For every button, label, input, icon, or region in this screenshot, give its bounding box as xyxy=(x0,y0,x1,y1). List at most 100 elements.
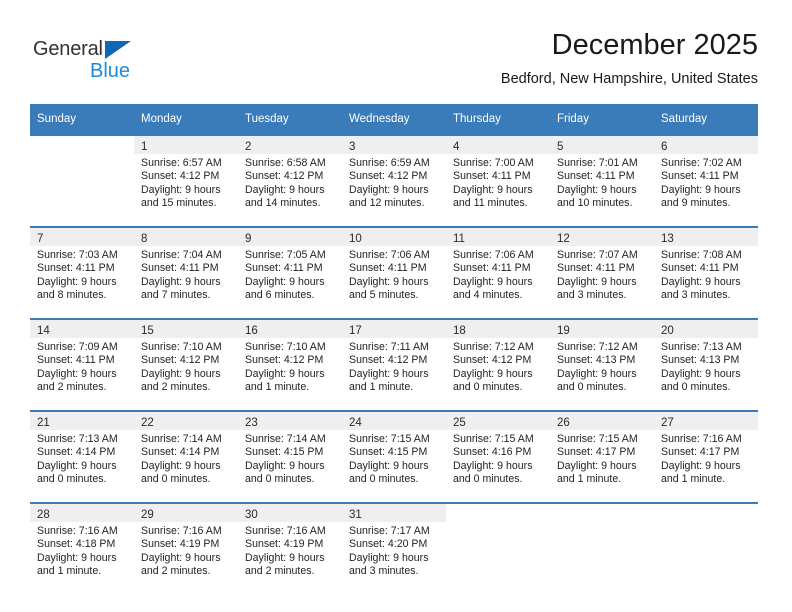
day-number-bar: 21 xyxy=(30,413,134,430)
daylight-text-line1: Daylight: 9 hours xyxy=(557,183,637,196)
day-cell[interactable]: 21 Sunrise: 7:13 AM Sunset: 4:14 PM Dayl… xyxy=(30,410,134,503)
daylight-text-line1: Daylight: 9 hours xyxy=(245,367,325,380)
empty-day-cell xyxy=(446,502,550,594)
daylight-text-line1: Daylight: 9 hours xyxy=(453,367,533,380)
sunset-text: Sunset: 4:20 PM xyxy=(349,538,428,551)
day-cell[interactable]: 31 Sunrise: 7:17 AM Sunset: 4:20 PM Dayl… xyxy=(342,502,446,594)
day-cell[interactable]: 1 Sunrise: 6:57 AM Sunset: 4:12 PM Dayli… xyxy=(134,134,238,227)
empty-day-cell xyxy=(30,134,134,227)
sunset-text: Sunset: 4:12 PM xyxy=(349,170,428,183)
sunrise-text: Sunrise: 7:09 AM xyxy=(37,341,118,353)
daylight-text-line2: and 0 minutes. xyxy=(37,473,107,486)
sunrise-text: Sunrise: 6:58 AM xyxy=(245,157,326,169)
daylight-text-line1: Daylight: 9 hours xyxy=(141,183,221,196)
sunset-text: Sunset: 4:11 PM xyxy=(141,262,219,275)
sunset-text: Sunset: 4:19 PM xyxy=(245,538,324,551)
day-cell[interactable]: 14 Sunrise: 7:09 AM Sunset: 4:11 PM Dayl… xyxy=(30,318,134,411)
day-cell[interactable]: 8 Sunrise: 7:04 AM Sunset: 4:11 PM Dayli… xyxy=(134,226,238,319)
day-number-bar: 1 xyxy=(134,137,238,154)
day-cell[interactable]: 18 Sunrise: 7:12 AM Sunset: 4:12 PM Dayl… xyxy=(446,318,550,411)
day-cell[interactable]: 17 Sunrise: 7:11 AM Sunset: 4:12 PM Dayl… xyxy=(342,318,446,411)
sunrise-text: Sunrise: 7:16 AM xyxy=(37,525,118,537)
day-cell[interactable]: 15 Sunrise: 7:10 AM Sunset: 4:12 PM Dayl… xyxy=(134,318,238,411)
day-cell[interactable]: 28 Sunrise: 7:16 AM Sunset: 4:18 PM Dayl… xyxy=(30,502,134,594)
daylight-text-line1: Daylight: 9 hours xyxy=(557,367,637,380)
sunrise-text: Sunrise: 7:14 AM xyxy=(141,433,222,445)
day-number-bar: 11 xyxy=(446,229,550,246)
day-cell[interactable]: 25 Sunrise: 7:15 AM Sunset: 4:16 PM Dayl… xyxy=(446,410,550,503)
daylight-text-line1: Daylight: 9 hours xyxy=(349,459,429,472)
calendar-week-row: 1 Sunrise: 6:57 AM Sunset: 4:12 PM Dayli… xyxy=(30,134,758,227)
day-info: Sunrise: 7:16 AM Sunset: 4:17 PM Dayligh… xyxy=(654,430,758,487)
sunset-text: Sunset: 4:11 PM xyxy=(453,262,531,275)
day-cell[interactable]: 11 Sunrise: 7:06 AM Sunset: 4:11 PM Dayl… xyxy=(446,226,550,319)
daylight-text-line2: and 2 minutes. xyxy=(141,565,211,578)
day-number: 25 xyxy=(453,417,466,429)
sunrise-text: Sunrise: 7:11 AM xyxy=(349,341,429,353)
sunset-text: Sunset: 4:14 PM xyxy=(37,446,116,459)
daylight-text-line2: and 3 minutes. xyxy=(557,289,627,302)
day-number: 9 xyxy=(245,233,252,245)
day-info: Sunrise: 7:16 AM Sunset: 4:19 PM Dayligh… xyxy=(238,522,342,579)
day-cell[interactable]: 13 Sunrise: 7:08 AM Sunset: 4:11 PM Dayl… xyxy=(654,226,758,319)
sunset-text: Sunset: 4:18 PM xyxy=(37,538,116,551)
day-number-bar: 22 xyxy=(134,413,238,430)
day-cell[interactable]: 16 Sunrise: 7:10 AM Sunset: 4:12 PM Dayl… xyxy=(238,318,342,411)
day-cell[interactable]: 30 Sunrise: 7:16 AM Sunset: 4:19 PM Dayl… xyxy=(238,502,342,594)
day-cell[interactable]: 22 Sunrise: 7:14 AM Sunset: 4:14 PM Dayl… xyxy=(134,410,238,503)
day-cell[interactable]: 4 Sunrise: 7:00 AM Sunset: 4:11 PM Dayli… xyxy=(446,134,550,227)
sunrise-text: Sunrise: 7:16 AM xyxy=(661,433,742,445)
day-cell[interactable]: 12 Sunrise: 7:07 AM Sunset: 4:11 PM Dayl… xyxy=(550,226,654,319)
daylight-text-line1: Daylight: 9 hours xyxy=(349,275,429,288)
logo-top-row: General xyxy=(33,38,173,61)
day-info: Sunrise: 7:09 AM Sunset: 4:11 PM Dayligh… xyxy=(30,338,134,395)
day-cell[interactable]: 23 Sunrise: 7:14 AM Sunset: 4:15 PM Dayl… xyxy=(238,410,342,503)
day-number-bar: 24 xyxy=(342,413,446,430)
day-cell[interactable]: 26 Sunrise: 7:15 AM Sunset: 4:17 PM Dayl… xyxy=(550,410,654,503)
daylight-text-line1: Daylight: 9 hours xyxy=(141,551,221,564)
page-header: General Blue December 2025 Bedford, New … xyxy=(0,0,792,103)
day-cell[interactable]: 2 Sunrise: 6:58 AM Sunset: 4:12 PM Dayli… xyxy=(238,134,342,227)
sunrise-text: Sunrise: 7:01 AM xyxy=(557,157,638,169)
daylight-text-line2: and 1 minute. xyxy=(349,381,414,394)
day-cell[interactable]: 6 Sunrise: 7:02 AM Sunset: 4:11 PM Dayli… xyxy=(654,134,758,227)
day-cell[interactable]: 9 Sunrise: 7:05 AM Sunset: 4:11 PM Dayli… xyxy=(238,226,342,319)
daylight-text-line2: and 11 minutes. xyxy=(453,197,528,210)
day-number-bar: 8 xyxy=(134,229,238,246)
day-number-bar: 19 xyxy=(550,321,654,338)
day-cell[interactable]: 24 Sunrise: 7:15 AM Sunset: 4:15 PM Dayl… xyxy=(342,410,446,503)
sunset-text: Sunset: 4:13 PM xyxy=(661,354,740,367)
day-number-bar: 18 xyxy=(446,321,550,338)
day-number-bar: 26 xyxy=(550,413,654,430)
daylight-text-line1: Daylight: 9 hours xyxy=(245,551,325,564)
sunset-text: Sunset: 4:11 PM xyxy=(557,262,635,275)
calendar-week-row: 28 Sunrise: 7:16 AM Sunset: 4:18 PM Dayl… xyxy=(30,502,758,594)
day-number: 16 xyxy=(245,325,258,337)
day-cell[interactable]: 20 Sunrise: 7:13 AM Sunset: 4:13 PM Dayl… xyxy=(654,318,758,411)
calendar-week-row: 7 Sunrise: 7:03 AM Sunset: 4:11 PM Dayli… xyxy=(30,226,758,319)
sunrise-text: Sunrise: 7:12 AM xyxy=(453,341,534,353)
daylight-text-line1: Daylight: 9 hours xyxy=(557,275,637,288)
sunrise-text: Sunrise: 7:07 AM xyxy=(557,249,638,261)
daylight-text-line2: and 3 minutes. xyxy=(661,289,731,302)
day-cell[interactable]: 10 Sunrise: 7:06 AM Sunset: 4:11 PM Dayl… xyxy=(342,226,446,319)
day-number: 14 xyxy=(37,325,50,337)
sunrise-text: Sunrise: 7:02 AM xyxy=(661,157,742,169)
day-number-bar: 6 xyxy=(654,137,758,154)
day-number: 18 xyxy=(453,325,466,337)
day-cell[interactable]: 19 Sunrise: 7:12 AM Sunset: 4:13 PM Dayl… xyxy=(550,318,654,411)
day-cell[interactable]: 27 Sunrise: 7:16 AM Sunset: 4:17 PM Dayl… xyxy=(654,410,758,503)
sunset-text: Sunset: 4:19 PM xyxy=(141,538,220,551)
day-number-bar: 13 xyxy=(654,229,758,246)
daylight-text-line1: Daylight: 9 hours xyxy=(349,183,429,196)
day-cell[interactable]: 29 Sunrise: 7:16 AM Sunset: 4:19 PM Dayl… xyxy=(134,502,238,594)
day-cell[interactable]: 5 Sunrise: 7:01 AM Sunset: 4:11 PM Dayli… xyxy=(550,134,654,227)
sunset-text: Sunset: 4:12 PM xyxy=(141,354,220,367)
day-info: Sunrise: 7:08 AM Sunset: 4:11 PM Dayligh… xyxy=(654,246,758,303)
day-cell[interactable]: 3 Sunrise: 6:59 AM Sunset: 4:12 PM Dayli… xyxy=(342,134,446,227)
daylight-text-line1: Daylight: 9 hours xyxy=(141,367,221,380)
day-number: 29 xyxy=(141,509,154,521)
day-cell[interactable]: 7 Sunrise: 7:03 AM Sunset: 4:11 PM Dayli… xyxy=(30,226,134,319)
day-info: Sunrise: 7:15 AM Sunset: 4:16 PM Dayligh… xyxy=(446,430,550,487)
day-number-bar: 16 xyxy=(238,321,342,338)
